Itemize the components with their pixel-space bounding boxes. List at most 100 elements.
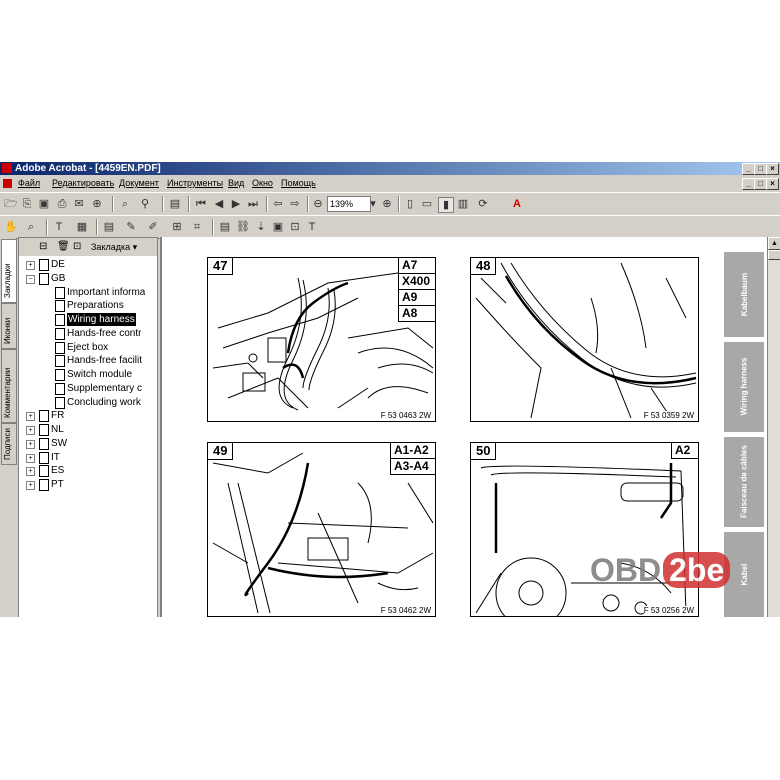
close-button[interactable]: × xyxy=(766,163,779,175)
zoom-field[interactable]: 139% xyxy=(327,196,371,212)
bookmark-item[interactable]: DE xyxy=(51,258,65,271)
bookmark-item[interactable]: Supplementary c xyxy=(67,382,142,395)
bookmark-page-icon xyxy=(55,355,65,368)
zoom-tool-icon[interactable]: ⌕ xyxy=(24,220,38,234)
next-page-icon[interactable]: ▶ xyxy=(229,197,243,211)
text-select-tool-icon[interactable]: T xyxy=(52,220,66,234)
graphics-select-tool-icon[interactable]: ▦ xyxy=(75,220,89,234)
save-icon[interactable]: ▣ xyxy=(37,197,51,211)
bookmark-item[interactable]: Concluding work xyxy=(67,396,141,409)
scroll-thumb[interactable] xyxy=(768,250,780,260)
tab-bookmarks[interactable]: Закладки xyxy=(1,239,17,303)
form-tool-icon[interactable]: ▤ xyxy=(218,220,232,234)
link-tool-icon[interactable]: ⛓ xyxy=(236,220,250,234)
bookmark-item[interactable]: PT xyxy=(51,478,64,491)
figure-code: F 53 0359 2W xyxy=(643,411,694,420)
bookmark-item[interactable]: IT xyxy=(51,451,60,464)
figure-label: A8 xyxy=(398,306,435,322)
fit-page-icon[interactable]: ▭ xyxy=(420,197,434,211)
hand-tool-icon[interactable]: ✋ xyxy=(4,220,18,234)
acrobat-window: Adobe Acrobat - [4459EN.PDF] _ □ × Файл … xyxy=(0,162,780,617)
document-scrollbar[interactable]: ▲ xyxy=(767,237,780,617)
menu-document[interactable]: Документ xyxy=(119,176,159,191)
create-pdf-icon[interactable]: ⎘ xyxy=(20,197,34,211)
bookmark-item[interactable]: Switch module xyxy=(67,368,132,381)
web-capture-icon[interactable]: ⊕ xyxy=(90,197,104,211)
email-icon[interactable]: ✉ xyxy=(72,197,86,211)
tab-comments[interactable]: Комментарии xyxy=(1,349,17,423)
bookmark-item[interactable]: Hands-free contr xyxy=(67,327,141,340)
search-icon[interactable]: ⚲ xyxy=(138,197,152,211)
tab-signatures[interactable]: Подписи xyxy=(1,423,17,465)
expand-toggle-icon[interactable]: + xyxy=(26,467,35,477)
menu-window[interactable]: Окно xyxy=(252,176,273,191)
bookmark-page-icon xyxy=(39,424,49,436)
menu-tools[interactable]: Инструменты xyxy=(167,176,223,191)
zoom-out-icon[interactable]: ⊖ xyxy=(311,197,325,211)
bookmark-item[interactable]: ES xyxy=(51,464,64,477)
expand-toggle-icon[interactable]: − xyxy=(26,274,35,284)
pencil-tool-icon[interactable]: ✎ xyxy=(124,220,138,234)
zoom-dropdown-icon[interactable]: ▾ xyxy=(366,197,380,211)
navigation-tabs: Закладки Иконки Комментарии Подписи xyxy=(0,237,17,617)
print-icon[interactable]: ⎙ xyxy=(55,197,69,211)
bookmark-menu[interactable]: Закладка ▾ xyxy=(91,238,137,256)
delete-bookmark-icon[interactable]: ⊟ xyxy=(39,238,47,256)
bookmark-item[interactable]: Important informa xyxy=(67,286,145,299)
rotate-view-icon[interactable]: ⟳ xyxy=(476,197,490,211)
bookmark-item[interactable]: FR xyxy=(51,409,64,422)
fit-width-icon[interactable]: ▮ xyxy=(438,197,454,213)
note-tool-icon[interactable]: ▤ xyxy=(102,220,116,234)
bookmark-page-icon xyxy=(39,259,49,271)
bookmark-item[interactable]: Preparations xyxy=(67,299,124,312)
expand-toggle-icon[interactable]: + xyxy=(26,453,35,463)
bookmarks-panel: ⊟ 🗑 ⊡ Закладка ▾ + DE − GB Important informa… xyxy=(18,237,174,617)
menu-file[interactable]: Файл xyxy=(18,176,40,191)
trash-icon[interactable]: 🗑 xyxy=(57,238,70,256)
expand-toggle-icon[interactable]: + xyxy=(26,412,35,422)
movie-tool-icon[interactable]: ▣ xyxy=(271,220,285,234)
window-title: Adobe Acrobat - [4459EN.PDF] xyxy=(15,163,161,174)
menu-edit[interactable]: Редактировать xyxy=(52,176,114,191)
toolbar-main: 🗁 ⎘ ▣ ⎙ ✉ ⊕ ⌕ ⚲ ▤ ⏮ ◀ ▶ ⏭ ⇦ ⇨ ⊖ 139% ▾ ⊕… xyxy=(0,192,780,216)
zoom-in-icon[interactable]: ⊕ xyxy=(380,197,394,211)
expand-toggle-icon[interactable]: + xyxy=(26,261,35,270)
expand-toggle-icon[interactable]: + xyxy=(26,426,35,435)
last-page-icon[interactable]: ⏭ xyxy=(246,197,260,211)
previous-page-icon[interactable]: ◀ xyxy=(212,197,226,211)
doc-close-button[interactable]: × xyxy=(766,178,779,190)
bookmark-item[interactable]: Eject box xyxy=(67,341,108,354)
bookmark-item[interactable]: NL xyxy=(51,423,64,436)
go-forward-icon[interactable]: ⇨ xyxy=(288,197,302,211)
document-icon[interactable] xyxy=(3,179,12,188)
menu-help[interactable]: Помощь xyxy=(281,176,316,191)
show-navigation-pane-icon[interactable]: ▤ xyxy=(168,197,182,211)
bookmarks-header: ⊟ 🗑 ⊡ Закладка ▾ xyxy=(19,238,157,256)
article-tool-icon[interactable]: ⇣ xyxy=(254,220,268,234)
find-icon[interactable]: ⌕ xyxy=(118,197,132,211)
actual-size-icon[interactable]: ▯ xyxy=(403,197,417,211)
tab-thumbnails[interactable]: Иконки xyxy=(1,303,17,349)
adobe-logo-icon[interactable]: A xyxy=(510,197,524,211)
figure-label: X400 xyxy=(398,274,435,290)
first-page-icon[interactable]: ⏮ xyxy=(194,197,208,211)
bookmark-item[interactable]: SW xyxy=(51,437,67,450)
menu-view[interactable]: Вид xyxy=(228,176,244,191)
text-edit-tool-icon[interactable]: T xyxy=(305,220,319,234)
bookmark-item[interactable]: GB xyxy=(51,272,65,285)
bookmark-page-icon xyxy=(39,451,49,464)
highlight-tool-icon[interactable]: ✐ xyxy=(146,220,160,234)
open-icon[interactable]: 🗁 xyxy=(4,197,18,211)
fit-visible-icon[interactable]: ▥ xyxy=(456,197,470,211)
touchup-text-icon[interactable]: ⊞ xyxy=(170,220,184,234)
crop-tool-icon[interactable]: ⌗ xyxy=(190,220,204,234)
new-bookmark-icon[interactable]: ⊡ xyxy=(73,238,81,256)
go-back-icon[interactable]: ⇦ xyxy=(271,197,285,211)
figure-code: F 53 0256 2W xyxy=(643,606,694,615)
bookmark-item[interactable]: Hands-free facilit xyxy=(67,354,142,367)
expand-toggle-icon[interactable]: + xyxy=(26,439,35,449)
touchup-object-icon[interactable]: ⊡ xyxy=(288,220,302,234)
expand-toggle-icon[interactable]: + xyxy=(26,481,35,490)
scroll-up-button[interactable]: ▲ xyxy=(768,237,780,250)
bookmark-item[interactable]: Wiring harness xyxy=(67,313,136,326)
